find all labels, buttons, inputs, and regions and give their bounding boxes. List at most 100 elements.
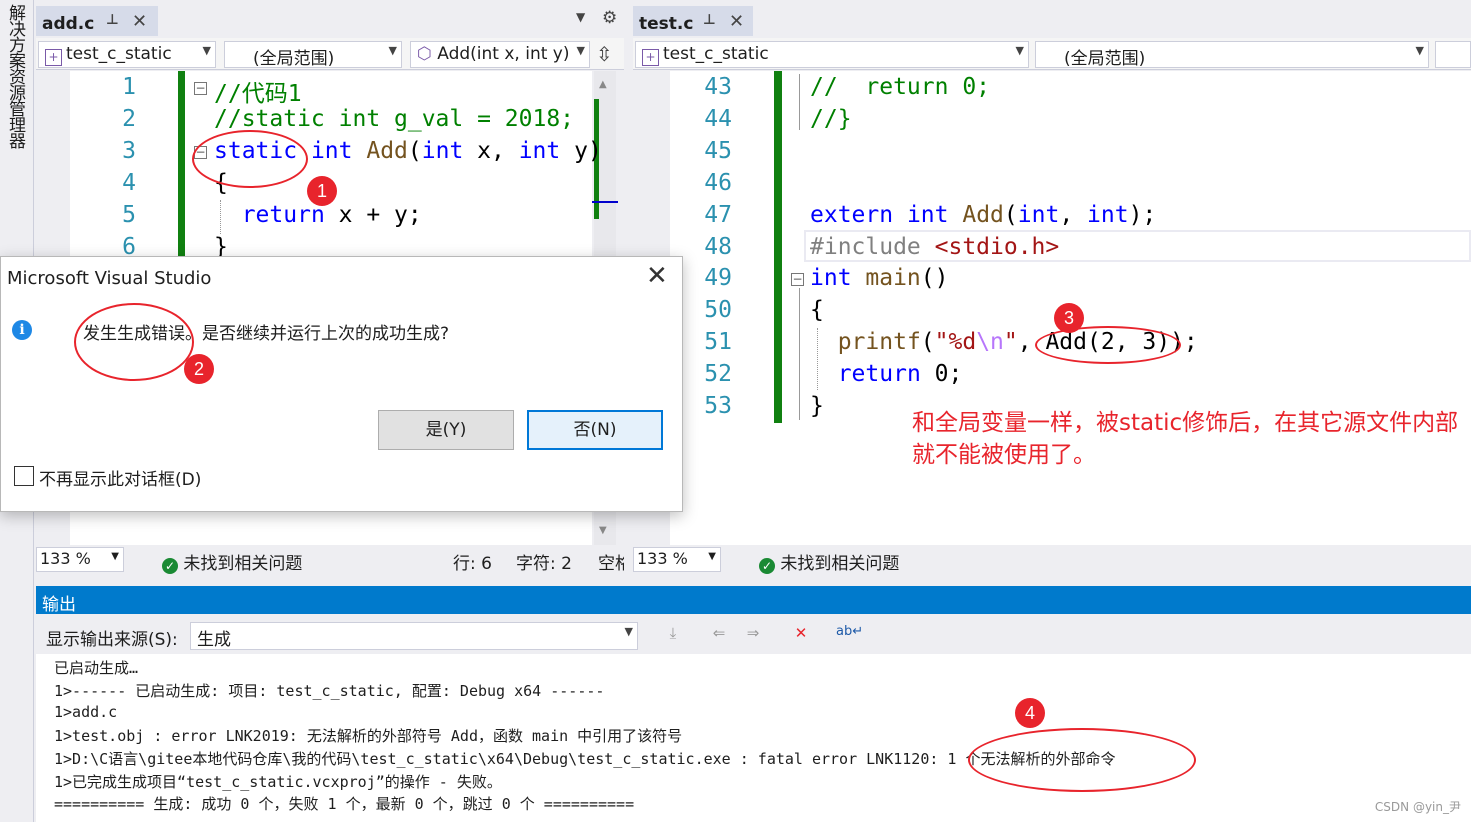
code-line-44: //} [810,106,852,132]
output-text-area[interactable]: 已启动生成… 1>------ 已启动生成: 项目: test_c_static… [36,654,1471,822]
output-line: 1>已完成生成项目“test_c_static.vcxproj”的操作 - 失败… [54,773,502,791]
chevron-down-icon: ▼ [708,551,716,562]
watermark: CSDN @yin_尹 [1374,800,1461,814]
code-line-48: #include <stdio.h> [810,234,1060,260]
tab-add-c[interactable]: add.c ⊥ ✕ [36,6,158,36]
annotation-marker-1: 1 [307,176,337,206]
annotation-marker-2: 2 [184,354,214,384]
line-number: 46 [704,170,732,196]
output-line: 已启动生成… [54,659,139,677]
change-bar [178,71,185,256]
annotation-note: 和全局变量一样，被static修饰后，在其它源文件内部就不能被使用了。 [912,410,1459,468]
line-number: 45 [704,138,732,164]
chevron-down-icon: ▼ [111,551,119,562]
output-line: 1>------ 已启动生成: 项目: test_c_static, 配置: D… [54,682,605,700]
output-line: 1>add.c [54,703,118,721]
chevron-down-icon: ▼ [202,44,211,57]
chevron-down-icon: ▼ [388,44,397,57]
next-message-icon[interactable]: ⇒ [742,624,764,646]
collapse-toggle[interactable]: − [194,82,207,95]
close-tab-icon[interactable]: ✕ [132,11,147,32]
output-toolbar: 显示输出来源(S): 生成 ▼ ⤓ ⇐ ⇒ ✕ ab↵ [36,614,1471,654]
function-dropdown[interactable]: ⬡ Add(int x, int y) ▼ [410,41,590,68]
annotation-marker-3: 3 [1054,303,1084,333]
zoom-dropdown[interactable]: 133 % ▼ [36,547,124,572]
tab-title: add.c [42,14,95,34]
tab-dropdown-icon[interactable]: ▼ [576,10,585,24]
clear-all-icon[interactable]: ✕ [790,624,812,646]
fold-bracket [799,74,800,130]
output-line: 1>D:\C语言\gitee本地代码仓库\我的代码\test_c_static\… [54,750,1116,768]
output-source-label: 显示输出来源(S): [46,630,178,650]
zoom-dropdown[interactable]: 133 % ▼ [633,547,721,572]
dialog-title: Microsoft Visual Studio [7,268,212,289]
line-number: 2 [122,106,136,132]
line-number: 5 [122,202,136,228]
line-indicator: 行: 6 [453,554,492,574]
scroll-up-icon[interactable]: ▲ [599,79,607,90]
close-tab-icon[interactable]: ✕ [729,11,744,32]
project-dropdown[interactable]: + test_c_static ▼ [635,41,1029,68]
pin-icon[interactable]: ⊥ [106,12,119,28]
line-number: 44 [704,106,732,132]
solution-explorer-label[interactable]: 解决方案资源管理器 [3,4,28,148]
issues-indicator[interactable]: ✓ 未找到相关问题 [759,549,899,574]
tab-test-c[interactable]: test.c ⊥ ✕ [633,6,753,36]
code-line-47: extern int Add(int, int); [810,202,1157,228]
dont-show-again-checkbox[interactable] [14,466,34,486]
code-line-43: // return 0; [810,74,991,100]
go-to-line-icon[interactable]: ⤓ [662,624,684,646]
pin-icon[interactable]: ⊥ [703,12,716,28]
dont-show-again-label[interactable]: 不再显示此对话框(D) [39,465,201,490]
scroll-down-icon[interactable]: ▼ [599,525,607,536]
line-number: 47 [704,202,732,228]
chevron-down-icon: ▼ [1015,44,1024,57]
collapse-toggle[interactable]: − [791,273,804,286]
project-icon: + [45,49,62,66]
change-bar [774,71,782,423]
split-view-icon[interactable]: ⇳ [596,42,613,66]
code-line-53: } [810,393,824,419]
check-circle-icon: ✓ [759,558,775,574]
tab-title: test.c [639,14,694,34]
annotation-circle-call [1035,326,1181,364]
chevron-down-icon: ▼ [1415,44,1424,57]
issues-indicator[interactable]: ✓ 未找到相关问题 [162,549,302,574]
code-line-49: int main() [810,265,949,291]
previous-message-icon[interactable]: ⇐ [708,624,730,646]
output-title: 输出 [42,595,76,615]
annotation-circle-link-error [968,728,1196,792]
left-status-bar: 133 % ▼ ✓ 未找到相关问题 行: 6 字符: 2 空格 [36,545,624,574]
output-line: 1>test.obj : error LNK2019: 无法解析的外部符号 Ad… [54,727,683,745]
right-navigation-bar: + test_c_static ▼ (全局范围) ▼ [633,38,1471,70]
function-cube-icon: ⬡ [417,44,432,64]
whitespace-indicator: 空格 [598,554,624,574]
annotation-circle-error [74,303,194,381]
code-line-1: //代码1 [214,81,302,107]
code-line-52: return 0; [837,361,963,387]
chevron-down-icon: ▼ [624,625,633,638]
build-error-dialog: Microsoft Visual Studio ✕ i 发生生成错误。是否继续并… [0,256,683,512]
line-number: 43 [704,74,732,100]
output-line: ========== 生成: 成功 0 个，失败 1 个，最新 0 个，跳过 0… [54,795,635,813]
close-icon[interactable]: ✕ [646,261,668,291]
code-line-5: return x + y; [241,202,422,228]
project-icon: + [642,49,659,66]
gear-icon[interactable]: ⚙ [602,8,617,28]
project-dropdown[interactable]: + test_c_static ▼ [38,41,216,68]
word-wrap-icon[interactable]: ab↵ [836,624,863,646]
no-button[interactable]: 否(N) [527,410,663,450]
fold-bracket [799,288,800,420]
function-dropdown[interactable] [1435,41,1471,68]
left-navigation-bar: + test_c_static ▼ (全局范围) ▼ ⬡ Add(int x, i… [36,38,624,70]
yes-button[interactable]: 是(Y) [378,410,514,450]
output-source-dropdown[interactable]: 生成 ▼ [190,622,638,650]
scrollbar-caret-marker [592,201,618,203]
annotation-marker-4: 4 [1015,698,1045,728]
line-number: 4 [122,170,136,196]
chevron-down-icon: ▼ [573,44,585,57]
scope-dropdown[interactable]: (全局范围) ▼ [1035,41,1429,68]
check-circle-icon: ✓ [162,558,178,574]
scope-dropdown[interactable]: (全局范围) ▼ [224,41,402,68]
code-line-50: { [810,297,824,323]
